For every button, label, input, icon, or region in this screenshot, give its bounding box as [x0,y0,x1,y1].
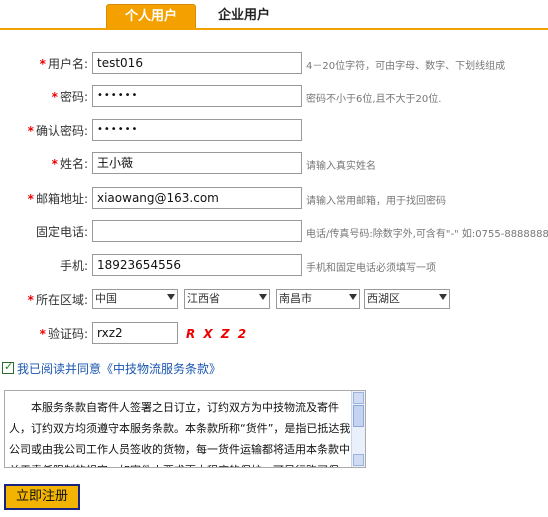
check-icon: ✓ [4,360,14,373]
agree-text[interactable]: 我已阅读并同意《中技物流服务条款》 [17,362,221,376]
email-row: * 邮箱地址: xiaowang@163.com 请输入常用邮箱，用于找回密码 [0,186,548,210]
district-select[interactable]: 西湖区 [364,289,450,309]
mobile-row: 手机: 18923654556 手机和固定电话必须填写一项 [0,253,548,277]
captcha-row: * 验证码: rxz2 R X Z 2 [0,321,548,345]
terms-textarea[interactable]: 本服务条款自寄件人签署之日订立，订约双方为中技物流及寄件人，订约双方均须遵守本服… [4,390,366,468]
province-value: 江西省 [187,292,220,305]
email-label: * 邮箱地址: [27,192,88,206]
chevron-down-icon [349,294,357,300]
city-select[interactable]: 南昌市 [276,289,360,309]
confirm-password-input[interactable]: •••••• [92,119,302,141]
username-input[interactable]: test016 [92,52,302,74]
mobile-hint: 手机和固定电话必须填写一项 [306,263,436,274]
chevron-down-icon [259,294,267,300]
scroll-thumb[interactable] [353,405,364,427]
chevron-down-icon [439,294,447,300]
region-label: * 所在区域: [27,293,88,307]
confirm-password-label: * 确认密码: [27,124,88,138]
tab-enterprise-user[interactable]: 企业用户 [198,4,290,28]
tab-personal-user[interactable]: 个人用户 [106,4,196,29]
phone-input[interactable] [92,220,302,242]
country-value: 中国 [95,292,117,305]
phone-row: 固定电话: 电话/传真号码:除数字外,可含有"-" 如:0755-8888888… [0,219,548,243]
agree-terms[interactable]: ✓ 我已阅读并同意《中技物流服务条款》 [2,360,221,377]
email-hint: 请输入常用邮箱，用于找回密码 [306,196,446,207]
mobile-input[interactable]: 18923654556 [92,254,302,276]
city-value: 南昌市 [279,292,312,305]
password-input[interactable]: •••••• [92,85,302,107]
district-value: 西湖区 [367,292,400,305]
phone-hint: 电话/传真号码:除数字外,可含有"-" 如:0755-88888888 [306,229,548,240]
terms-scrollbar[interactable] [351,391,365,467]
username-hint: 4－20位字符，可由字母、数字、下划线组成 [306,61,506,72]
tab-divider [0,28,548,30]
password-hint: 密码不小于6位,且不大于20位. [306,94,442,105]
confirm-password-row: * 确认密码: •••••• [0,118,548,142]
phone-label: 固定电话: [35,225,88,239]
scroll-up-icon[interactable] [353,392,364,404]
name-hint: 请输入真实姓名 [306,161,376,172]
terms-text: 本服务条款自寄件人签署之日订立，订约双方为中技物流及寄件人，订约双方均须遵守本服… [9,401,351,467]
agree-checkbox[interactable]: ✓ [2,360,14,374]
username-row: * 用户名: test016 4－20位字符，可由字母、数字、下划线组成 [0,51,548,75]
username-label: * 用户名: [39,57,88,71]
province-select[interactable]: 江西省 [184,289,270,309]
chevron-down-icon [167,294,175,300]
name-label: * 姓名: [51,157,88,171]
register-button[interactable]: 立即注册 [4,484,80,510]
captcha-input[interactable]: rxz2 [92,322,178,344]
email-input[interactable]: xiaowang@163.com [92,187,302,209]
mobile-label: 手机: [59,259,88,273]
password-label: * 密码: [51,90,88,104]
captcha-image[interactable]: R X Z 2 [186,327,248,341]
scroll-down-icon[interactable] [353,454,364,466]
captcha-label: * 验证码: [39,327,88,341]
country-select[interactable]: 中国 [92,289,178,309]
region-row: * 所在区域: 中国 江西省 南昌市 西湖区 [0,287,548,311]
name-row: * 姓名: 王小薇 请输入真实姓名 [0,151,548,175]
password-row: * 密码: •••••• 密码不小于6位,且不大于20位. [0,84,548,108]
user-type-tabs: 个人用户 企业用户 [0,0,548,30]
name-input[interactable]: 王小薇 [92,152,302,174]
